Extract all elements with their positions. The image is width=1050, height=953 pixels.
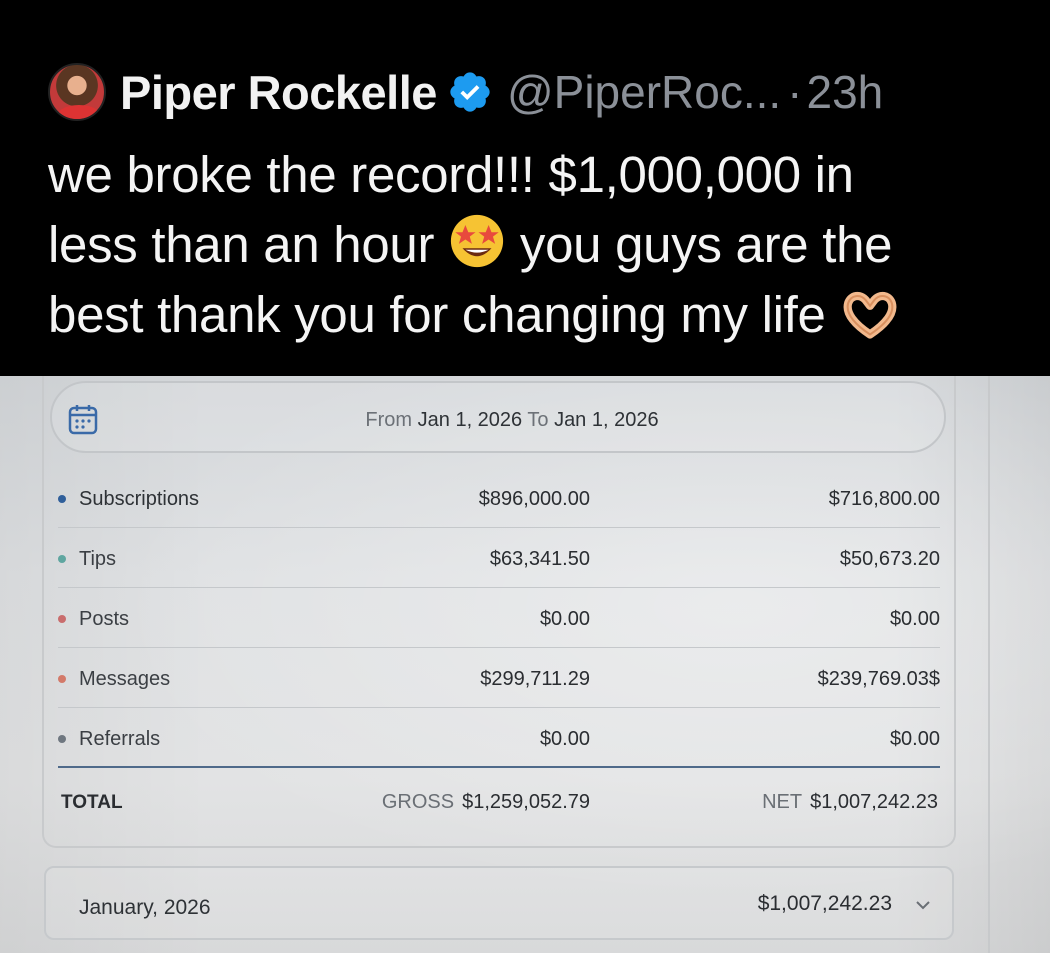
bullet-icon: [58, 735, 66, 743]
verified-badge-icon: [450, 72, 490, 112]
row-label: Referrals: [79, 728, 161, 750]
row-label: Messages: [79, 668, 171, 690]
tweet-text-line-2a: less than an hour: [48, 216, 435, 273]
tweet-header: Piper Rockelle @PiperRoc... · 23h: [48, 62, 883, 122]
month-summary-accordion[interactable]: January, 2026 $1,007,242.23: [44, 866, 954, 940]
gross-value: $1,259,052.79: [462, 791, 590, 813]
total-net: NET $1,007,242.23: [762, 791, 938, 814]
to-date: Jan 1, 2026: [554, 409, 659, 431]
from-label: From: [365, 409, 413, 431]
tweet-text-line-3a: best thank you for changing my life: [48, 286, 826, 343]
page-edge-divider: [988, 376, 990, 953]
row-net: $0.00: [889, 608, 940, 630]
net-value: $1,007,242.23: [810, 791, 938, 813]
row-gross: $63,341.50: [489, 548, 590, 570]
chevron-down-icon[interactable]: [914, 896, 932, 914]
date-range-picker[interactable]: From Jan 1, 2026 To Jan 1, 2026: [50, 381, 946, 453]
tweet: Piper Rockelle @PiperRoc... · 23h we bro…: [0, 0, 1050, 376]
month-label: January, 2026: [79, 896, 211, 919]
row-label: Tips: [79, 548, 117, 570]
tweet-time[interactable]: 23h: [807, 65, 884, 119]
tweet-text-line-1: we broke the record!!! $1,000,000 in: [48, 146, 854, 203]
earnings-row-posts: Posts $0.00 $0.00: [58, 588, 940, 648]
earnings-row-subscriptions: Subscriptions $896,000.00 $716,800.00: [58, 468, 940, 528]
star-struck-emoji-icon: [450, 214, 504, 268]
row-label: Subscriptions: [79, 488, 200, 510]
row-gross: $299,711.29: [480, 668, 590, 690]
total-label: TOTAL: [61, 792, 123, 813]
row-gross: $0.00: [539, 728, 590, 750]
author-name[interactable]: Piper Rockelle: [120, 65, 437, 120]
to-label: To: [527, 409, 549, 431]
row-net: $0.00: [889, 728, 940, 750]
row-net: $50,673.20: [839, 548, 940, 570]
earnings-table: Subscriptions $896,000.00 $716,800.00 Tips $…: [58, 468, 940, 768]
date-range-text: From Jan 1, 2026 To Jan 1, 2026: [52, 409, 944, 432]
bullet-icon: [58, 675, 66, 683]
row-gross: $0.00: [539, 608, 590, 630]
statement-photo: From Jan 1, 2026 To Jan 1, 2026 Subscrip…: [0, 376, 1050, 953]
bullet-icon: [58, 555, 66, 563]
tweet-text-line-2: less than an hour you guys are the: [48, 210, 1008, 280]
total-row: TOTAL GROSS $1,259,052.79 NET $1,007,242.2…: [58, 778, 940, 822]
from-date: Jan 1, 2026: [417, 409, 523, 431]
total-gross: GROSS $1,259,052.79: [382, 791, 590, 814]
earnings-row-referrals: Referrals $0.00 $0.00: [58, 708, 940, 768]
tweet-text: we broke the record!!! $1,000,000 in les…: [48, 140, 1008, 350]
tweet-text-line-3: best thank you for changing my life: [48, 280, 1008, 350]
month-amount: $1,007,242.23: [757, 892, 892, 915]
heart-hands-emoji-icon: [843, 291, 896, 339]
row-net: $239,769.03$: [817, 668, 940, 690]
author-handle[interactable]: @PiperRoc...: [507, 65, 781, 119]
bullet-icon: [58, 615, 66, 623]
row-label: Posts: [79, 608, 130, 630]
separator-dot: ·: [787, 66, 803, 118]
row-gross: $896,000.00: [478, 488, 590, 510]
tweet-text-line-2b: you guys are the: [519, 216, 893, 273]
gross-tag: GROSS: [381, 791, 455, 813]
earnings-row-tips: Tips $63,341.50 $50,673.20: [58, 528, 940, 588]
bullet-icon: [58, 495, 66, 503]
earnings-row-messages: Messages $299,711.29 $239,769.03$: [58, 648, 940, 708]
avatar[interactable]: [48, 63, 106, 121]
row-net: $716,800.00: [828, 488, 940, 510]
net-tag: NET: [762, 791, 803, 813]
